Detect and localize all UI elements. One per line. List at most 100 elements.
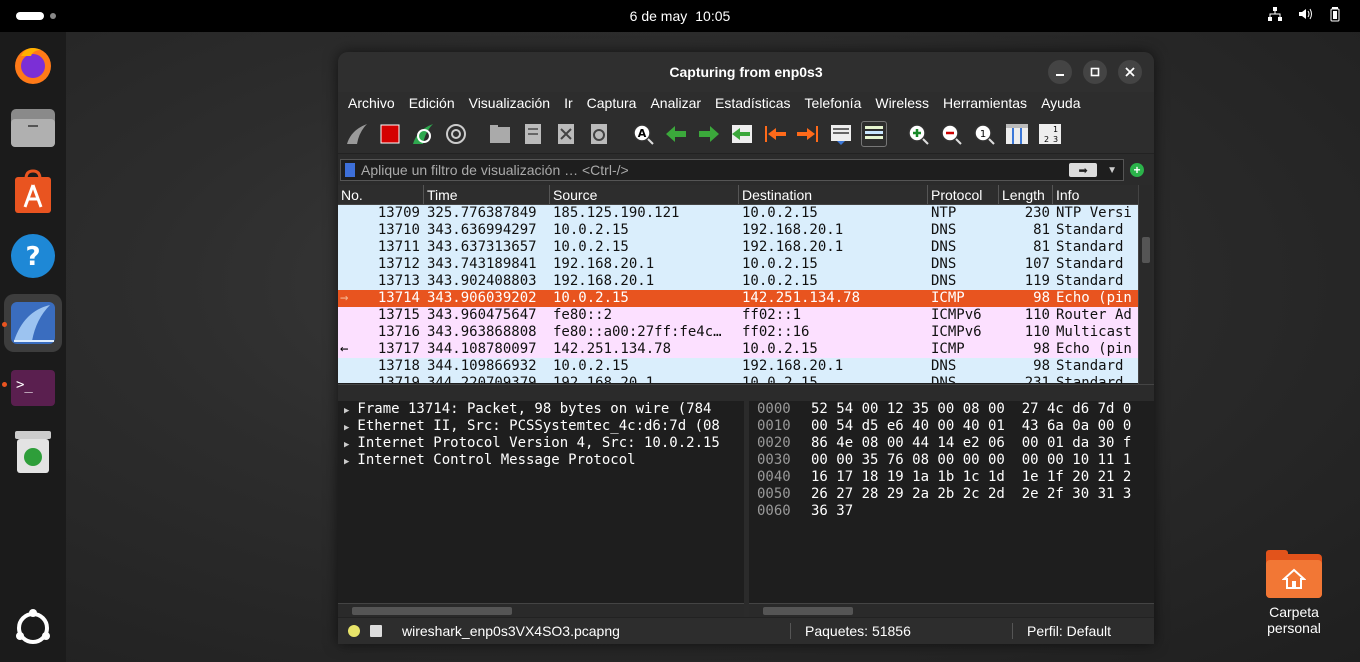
- clock[interactable]: 6 de may 10:05: [630, 8, 731, 24]
- packet-row[interactable]: 13714 343.906039202 10.0.2.15 142.251.134.7…: [338, 290, 1152, 307]
- go-back-icon[interactable]: [663, 121, 689, 147]
- network-icon[interactable]: [1266, 6, 1284, 25]
- reorder-columns-icon[interactable]: 123: [1037, 121, 1063, 147]
- bytes-row[interactable]: 0030 00 00 35 76 08 00 00 00 00 00 10 11 …: [749, 452, 1154, 469]
- activities-indicator[interactable]: [16, 12, 44, 20]
- home-folder-desktop-icon[interactable]: Carpeta personal: [1250, 550, 1338, 636]
- filter-dropdown-icon[interactable]: ▼: [1107, 165, 1117, 176]
- detail-ethernet[interactable]: ▶ Ethernet II, Src: PCSSystemtec_4c:d6:7d…: [338, 418, 744, 435]
- detail-ip[interactable]: ▶ Internet Protocol Version 4, Src: 10.0.…: [338, 435, 744, 452]
- packet-time: 343.906039202: [427, 290, 537, 306]
- pane-vertical-splitter[interactable]: [744, 401, 749, 617]
- close-button[interactable]: [1118, 60, 1142, 84]
- column-destination[interactable]: Destination: [739, 185, 928, 204]
- packet-row[interactable]: 13718 344.109866932 10.0.2.15 192.168.20.1 D…: [338, 358, 1152, 375]
- display-filter-input[interactable]: Aplique un filtro de visualización … <Ct…: [340, 159, 1124, 181]
- packet-row[interactable]: 13711 343.637313657 10.0.2.15 192.168.20.1 D…: [338, 239, 1152, 256]
- app-center-icon[interactable]: [9, 168, 57, 216]
- menu-captura[interactable]: Captura: [587, 95, 637, 111]
- help-icon[interactable]: ?: [9, 232, 57, 280]
- bytes-row[interactable]: 0040 16 17 18 19 1a 1b 1c 1d 1e 1f 20 21 …: [749, 469, 1154, 486]
- expand-arrow-icon[interactable]: ▶: [344, 440, 349, 450]
- column-time[interactable]: Time: [424, 185, 550, 204]
- detail-icmp[interactable]: ▶ Internet Control Message Protocol: [338, 452, 744, 469]
- menu-archivo[interactable]: Archivo: [348, 95, 395, 111]
- bytes-row[interactable]: 0010 00 54 d5 e6 40 00 40 01 43 6a 0a 00 …: [749, 418, 1154, 435]
- menu-visualizacion[interactable]: Visualización: [469, 95, 550, 111]
- battery-icon[interactable]: [1326, 6, 1344, 25]
- normal-size-icon[interactable]: 1: [971, 121, 997, 147]
- go-to-packet-icon[interactable]: [729, 121, 755, 147]
- bytes-row[interactable]: 0050 26 27 28 29 2a 2b 2c 2d 2e 2f 30 31 …: [749, 486, 1154, 503]
- firefox-icon[interactable]: [9, 40, 57, 88]
- menu-edicion[interactable]: Edición: [409, 95, 455, 111]
- column-protocol[interactable]: Protocol: [928, 185, 999, 204]
- packet-row[interactable]: 13719 344.220709379 192.168.20.1 10.0.2.15 D…: [338, 375, 1152, 383]
- add-filter-button-icon[interactable]: +: [1130, 163, 1144, 177]
- find-packet-icon[interactable]: A: [630, 121, 656, 147]
- terminal-icon[interactable]: >_: [9, 364, 57, 412]
- bytes-row[interactable]: 0020 86 4e 08 00 44 14 e2 06 00 01 da 30 …: [749, 435, 1154, 452]
- stop-capture-icon[interactable]: [377, 121, 403, 147]
- packet-row[interactable]: 13709 325.776387849 185.125.190.121 10.0.2.…: [338, 205, 1152, 222]
- column-source[interactable]: Source: [550, 185, 739, 204]
- start-capture-icon[interactable]: [344, 121, 370, 147]
- bytes-row[interactable]: 0000 52 54 00 12 35 00 08 00 27 4c d6 7d …: [749, 401, 1154, 418]
- first-packet-icon[interactable]: [762, 121, 788, 147]
- colorize-icon[interactable]: [861, 120, 887, 147]
- wireshark-icon[interactable]: [4, 294, 62, 352]
- bookmark-icon[interactable]: [345, 163, 355, 177]
- trash-icon[interactable]: [9, 428, 57, 476]
- menu-herramientas[interactable]: Herramientas: [943, 95, 1027, 111]
- expand-arrow-icon[interactable]: ▶: [344, 406, 349, 416]
- details-hscrollbar[interactable]: [338, 603, 744, 617]
- open-file-icon[interactable]: [487, 121, 513, 147]
- expand-arrow-icon[interactable]: ▶: [344, 457, 349, 467]
- volume-icon[interactable]: [1296, 6, 1314, 25]
- packet-row[interactable]: 13716 343.963868808 fe80::a00:27ff:fe4c… ff…: [338, 324, 1152, 341]
- packet-time: 344.108780097: [427, 341, 537, 357]
- packet-row[interactable]: 13717 344.108780097 142.251.134.78 10.0.2.1…: [338, 341, 1152, 358]
- expert-info-icon[interactable]: [348, 625, 360, 637]
- packet-row[interactable]: 13710 343.636994297 10.0.2.15 192.168.20.1 D…: [338, 222, 1152, 239]
- bytes-hscrollbar[interactable]: [749, 603, 1154, 617]
- apply-filter-arrow-icon[interactable]: ➡: [1069, 163, 1098, 177]
- packet-row[interactable]: 13712 343.743189841 192.168.20.1 10.0.2.15 D…: [338, 256, 1152, 273]
- column-no[interactable]: No.: [338, 185, 424, 204]
- packet-row[interactable]: 13713 343.902408803 192.168.20.1 10.0.2.15 D…: [338, 273, 1152, 290]
- show-apps-icon[interactable]: [9, 604, 57, 652]
- zoom-out-icon[interactable]: [938, 121, 964, 147]
- capture-options-icon[interactable]: [443, 121, 469, 147]
- autoscroll-icon[interactable]: [828, 121, 854, 147]
- expand-arrow-icon[interactable]: ▶: [344, 423, 349, 433]
- menu-telefonia[interactable]: Telefonía: [805, 95, 862, 111]
- menu-ayuda[interactable]: Ayuda: [1041, 95, 1080, 111]
- column-info[interactable]: Info: [1053, 185, 1134, 204]
- menu-wireless[interactable]: Wireless: [875, 95, 929, 111]
- column-length[interactable]: Length: [999, 185, 1053, 204]
- close-file-icon[interactable]: [553, 121, 579, 147]
- zoom-in-icon[interactable]: [905, 121, 931, 147]
- pane-splitter[interactable]: [338, 384, 1154, 400]
- last-packet-icon[interactable]: [795, 121, 821, 147]
- status-profile[interactable]: Perfil: Default: [1027, 623, 1111, 639]
- packet-list-scrollbar[interactable]: [1138, 185, 1152, 384]
- menu-ir[interactable]: Ir: [564, 95, 573, 111]
- window-titlebar[interactable]: Capturing from enp0s3: [338, 52, 1154, 92]
- maximize-button[interactable]: [1083, 60, 1107, 84]
- capture-comment-icon[interactable]: [370, 625, 382, 637]
- resize-columns-icon[interactable]: [1004, 121, 1030, 147]
- bytes-row[interactable]: 0060 36 37: [749, 503, 1154, 520]
- go-forward-icon[interactable]: [696, 121, 722, 147]
- related-packet-arrow-icon: →: [340, 290, 349, 306]
- save-file-icon[interactable]: [520, 121, 546, 147]
- packet-row[interactable]: 13715 343.960475647 fe80::2 ff02::1 ICMPv6 11…: [338, 307, 1152, 324]
- files-icon[interactable]: [9, 104, 57, 152]
- menu-estadisticas[interactable]: Estadísticas: [715, 95, 790, 111]
- restart-capture-icon[interactable]: [410, 121, 436, 147]
- system-tray[interactable]: [1266, 6, 1344, 25]
- detail-frame[interactable]: ▶ Frame 13714: Packet, 98 bytes on wire (…: [338, 401, 744, 418]
- reload-file-icon[interactable]: [586, 121, 612, 147]
- minimize-button[interactable]: [1048, 60, 1072, 84]
- menu-analizar[interactable]: Analizar: [650, 95, 701, 111]
